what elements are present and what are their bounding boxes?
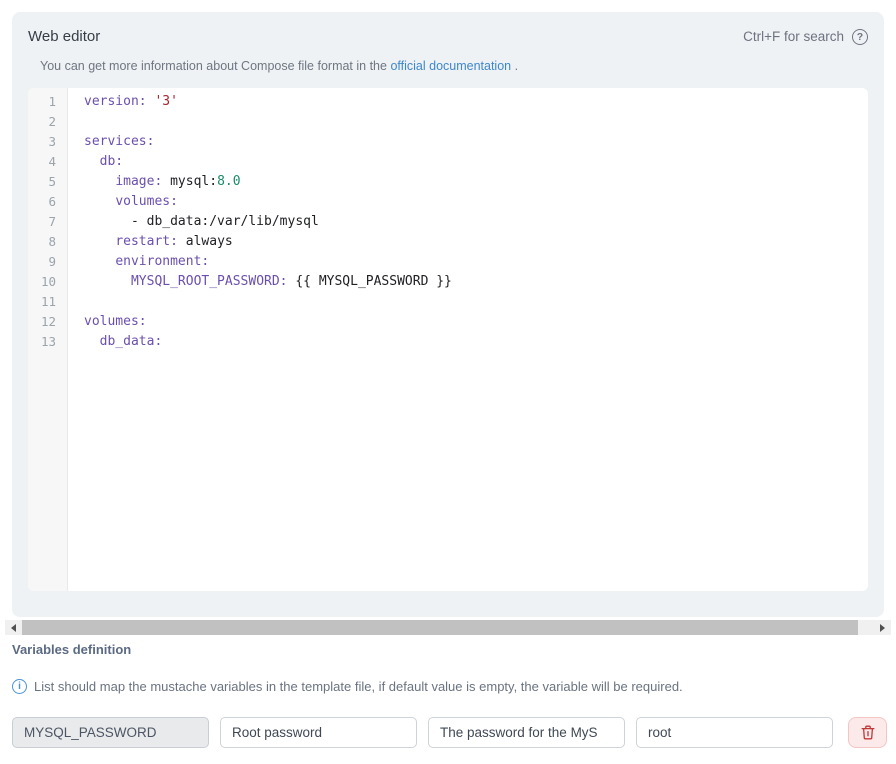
code-token-key: services: — [84, 134, 154, 149]
line-number: 3 — [28, 132, 67, 152]
code-line[interactable]: image: mysql:8.0 — [84, 172, 868, 192]
code-token-key: db: — [100, 154, 123, 169]
help-icon[interactable]: ? — [852, 29, 868, 45]
compose-note-text-tail: . — [511, 59, 518, 73]
code-token-plain — [84, 334, 100, 349]
line-number: 9 — [28, 252, 67, 272]
code-editor[interactable]: 12345678910111213 version: '3'services: … — [28, 88, 868, 591]
line-number: 2 — [28, 112, 67, 132]
code-token-plain: mysql: — [162, 174, 217, 189]
page-title: Web editor — [28, 28, 100, 45]
code-token-key: db_data: — [100, 334, 163, 349]
code-line[interactable]: db: — [84, 152, 868, 172]
code-token-key: MYSQL_ROOT_PASSWORD: — [131, 274, 288, 289]
code-line[interactable]: restart: always — [84, 232, 868, 252]
code-line[interactable]: version: '3' — [84, 92, 868, 112]
line-number: 1 — [28, 92, 67, 112]
line-number: 10 — [28, 272, 67, 292]
compose-note-text: You can get more information about Compo… — [40, 59, 390, 73]
code-line[interactable]: - db_data:/var/lib/mysql — [84, 212, 868, 232]
line-number-gutter: 12345678910111213 — [28, 88, 68, 591]
code-token-plain — [84, 154, 100, 169]
code-line[interactable]: environment: — [84, 252, 868, 272]
scroll-right-arrow-icon — [880, 624, 885, 632]
code-token-key: environment: — [115, 254, 209, 269]
scroll-left-button[interactable] — [5, 620, 22, 635]
line-number: 6 — [28, 192, 67, 212]
code-token-plain — [84, 274, 131, 289]
code-line[interactable] — [84, 112, 868, 132]
code-token-number: 8.0 — [217, 174, 240, 189]
scrollbar-track[interactable] — [858, 620, 874, 635]
code-area[interactable]: version: '3' services: db: image: mysql:8… — [68, 88, 868, 591]
code-token-key: version: — [84, 94, 147, 109]
scroll-right-button[interactable] — [874, 620, 891, 635]
info-icon: i — [12, 679, 27, 694]
code-line[interactable]: volumes: — [84, 312, 868, 332]
code-token-string: '3' — [154, 94, 177, 109]
code-line[interactable] — [84, 292, 868, 312]
line-number: 12 — [28, 312, 67, 332]
trash-icon — [861, 725, 875, 740]
compose-format-note: You can get more information about Compo… — [40, 59, 868, 73]
line-number: 4 — [28, 152, 67, 172]
code-token-plain — [84, 194, 115, 209]
line-number: 7 — [28, 212, 67, 232]
code-token-plain: - db_data:/var/lib/mysql — [84, 214, 319, 229]
variable-default-value-field[interactable] — [636, 717, 833, 748]
code-token-key: volumes: — [115, 194, 178, 209]
web-editor-header: Web editor Ctrl+F for search ? — [12, 12, 884, 45]
scroll-left-arrow-icon — [11, 624, 16, 632]
scrollbar-thumb[interactable] — [22, 620, 858, 635]
code-token-plain: always — [178, 234, 233, 249]
variable-label-field[interactable] — [220, 717, 417, 748]
horizontal-scrollbar[interactable] — [5, 620, 891, 635]
code-token-key: volumes: — [84, 314, 147, 329]
code-line[interactable]: db_data: — [84, 332, 868, 352]
variables-note: i List should map the mustache variables… — [12, 679, 683, 694]
search-hint-label: Ctrl+F for search — [743, 29, 844, 44]
line-number: 13 — [28, 332, 67, 352]
variable-description-field[interactable] — [428, 717, 625, 748]
code-line[interactable]: volumes: — [84, 192, 868, 212]
line-number: 8 — [28, 232, 67, 252]
variable-name-field — [12, 717, 209, 748]
code-line[interactable]: services: — [84, 132, 868, 152]
line-number: 5 — [28, 172, 67, 192]
line-number: 11 — [28, 292, 67, 312]
variables-note-text: List should map the mustache variables i… — [34, 679, 683, 694]
variable-row — [12, 717, 884, 748]
code-token-key: restart: — [115, 234, 178, 249]
delete-variable-button[interactable] — [848, 717, 887, 748]
web-editor-card: Web editor Ctrl+F for search ? You can g… — [12, 12, 884, 617]
search-hint: Ctrl+F for search ? — [743, 29, 868, 45]
code-token-plain — [84, 174, 115, 189]
variables-definition-heading: Variables definition — [12, 642, 131, 657]
code-token-plain: {{ MYSQL_PASSWORD }} — [288, 274, 452, 289]
code-token-plain — [84, 254, 115, 269]
official-documentation-link[interactable]: official documentation — [390, 59, 511, 73]
code-token-plain — [84, 234, 115, 249]
code-token-key: image: — [115, 174, 162, 189]
code-line[interactable]: MYSQL_ROOT_PASSWORD: {{ MYSQL_PASSWORD }… — [84, 272, 868, 292]
